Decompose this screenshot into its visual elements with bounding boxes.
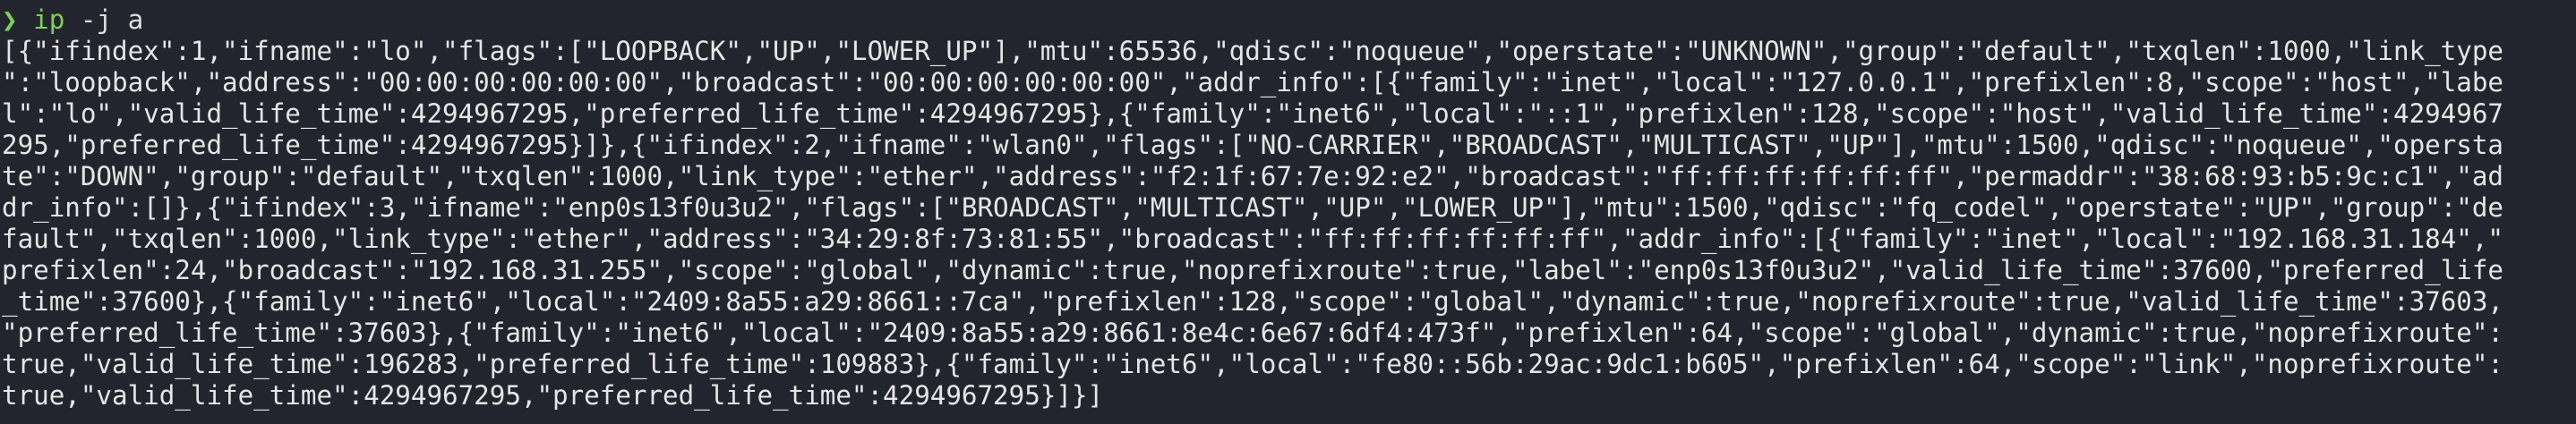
output-line: [{"ifindex":1,"ifname":"lo","flags":["LO… — [2, 36, 2504, 66]
command-name: ip — [33, 4, 65, 35]
terminal-window[interactable]: _ _ ❯ ip -j a [{"ifindex":1,"ifname":"lo… — [0, 0, 2576, 424]
output-line: dr_info":[]},{"ifindex":3,"ifname":"enp0… — [2, 192, 2504, 223]
command-prompt-line: ❯ ip -j a — [2, 4, 143, 36]
output-line: fault","txqlen":1000,"link_type":"ether"… — [2, 224, 2504, 254]
output-line: _time":37600},{"family":"inet6","local":… — [2, 286, 2504, 317]
output-line: prefixlen":24,"broadcast":"192.168.31.25… — [2, 255, 2504, 285]
output-line: te":"DOWN","group":"default","txqlen":10… — [2, 161, 2504, 191]
output-line: true,"valid_life_time":196283,"preferred… — [2, 349, 2504, 379]
prompt-chevron-icon: ❯ — [2, 4, 18, 35]
command-output: [{"ifindex":1,"ifname":"lo","flags":["LO… — [2, 36, 2574, 411]
output-line: "preferred_life_time":37603},{"family":"… — [2, 318, 2504, 348]
output-line: ":"loopback","address":"00:00:00:00:00:0… — [2, 67, 2504, 98]
command-arguments: -j a — [80, 4, 144, 35]
previous-output-fragment: _ _ — [0, 0, 2576, 5]
output-line: 295,"preferred_life_time":4294967295}]},… — [2, 130, 2504, 160]
output-line: l":"lo","valid_life_time":4294967295,"pr… — [2, 98, 2504, 129]
output-line: true,"valid_life_time":4294967295,"prefe… — [2, 380, 1104, 411]
